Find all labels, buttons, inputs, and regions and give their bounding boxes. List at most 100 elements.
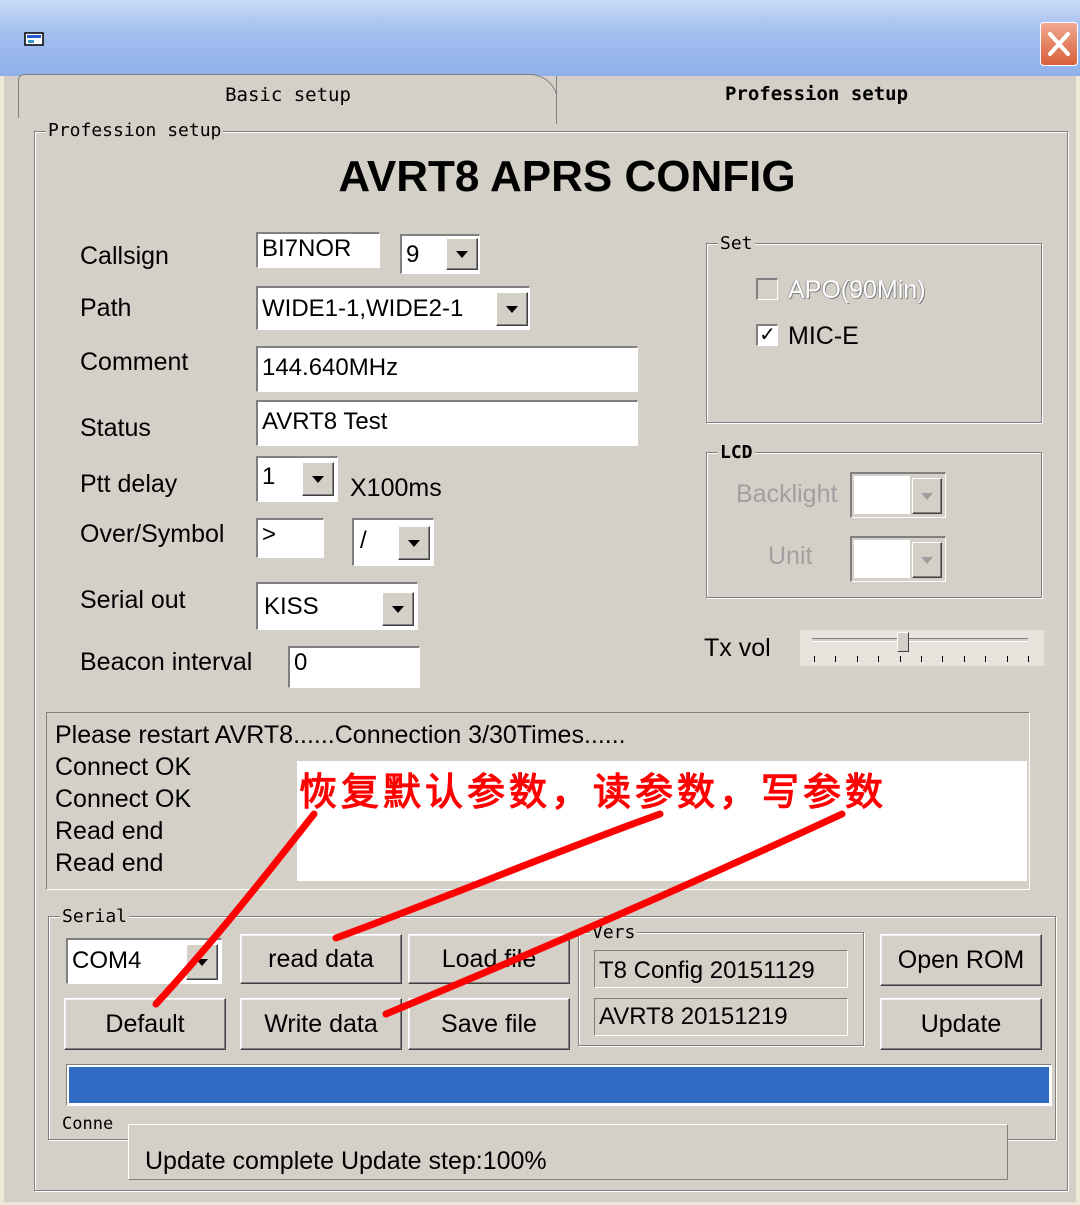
backlight-label: Backlight [736, 480, 838, 508]
slider-tick [856, 656, 858, 662]
backlight-select[interactable] [850, 472, 946, 518]
slider-tick [985, 656, 987, 662]
tx-vol-label: Tx vol [704, 634, 771, 662]
status-text: Update complete Update step:100% [145, 1147, 547, 1175]
lcd-legend: LCD [718, 442, 755, 463]
read-data-button[interactable]: read data [240, 934, 402, 984]
status-bar: Update complete Update step:100% [128, 1124, 1008, 1180]
firmware-version-field: AVRT8 20151219 [594, 998, 848, 1036]
slider-tick [835, 656, 837, 662]
slider-thumb[interactable] [896, 632, 909, 652]
mic-e-label: MIC-E [788, 322, 859, 350]
log-line: Read end [55, 849, 164, 877]
unit-dropdown-button[interactable] [912, 542, 942, 578]
slider-tick [1006, 656, 1008, 662]
slider-ticks [814, 656, 1030, 662]
overlay-input[interactable]: > [256, 518, 324, 558]
app-icon [24, 32, 44, 46]
ssid-value: 9 [406, 241, 420, 268]
path-select[interactable]: WIDE1-1,WIDE2-1 [256, 286, 530, 330]
open-rom-button[interactable]: Open ROM [880, 934, 1042, 986]
log-line: Read end [55, 817, 164, 845]
ptt-delay-unit: X100ms [350, 474, 442, 502]
connect-legend: Conne [62, 1114, 114, 1134]
comment-input[interactable]: 144.640MHz [256, 346, 638, 392]
ssid-dropdown-button[interactable] [446, 238, 478, 270]
update-button[interactable]: Update [880, 998, 1042, 1050]
slider-tick [878, 656, 880, 662]
callsign-input[interactable]: BI7NOR [256, 232, 380, 268]
tab-profession-setup[interactable]: Profession setup [556, 76, 1076, 124]
slider-track [812, 638, 1028, 642]
ptt-delay-select[interactable]: 1 [256, 456, 338, 502]
com-port-select[interactable]: COM4 [66, 938, 222, 984]
load-file-button[interactable]: Load file [408, 934, 570, 984]
over-symbol-label: Over/Symbol [80, 520, 225, 548]
apo-label: APO(90Min) [788, 276, 926, 304]
chevron-down-icon [196, 958, 208, 966]
backlight-select-box [854, 476, 910, 514]
annotation-text: 恢复默认参数，读参数，写参数 [299, 769, 888, 814]
path-value: WIDE1-1,WIDE2-1 [262, 295, 464, 322]
progress-bar [66, 1064, 1052, 1106]
progress-fill [69, 1067, 1049, 1103]
apo-checkbox[interactable] [756, 278, 778, 300]
slider-tick [942, 656, 944, 662]
tx-vol-slider[interactable] [800, 630, 1044, 666]
symbol-value: / [360, 527, 367, 554]
symbol-select[interactable]: / [352, 518, 434, 566]
slider-tick [921, 656, 922, 662]
path-label: Path [80, 294, 132, 322]
chevron-down-icon [921, 556, 933, 564]
write-data-button[interactable]: Write data [240, 998, 402, 1050]
profession-setup-legend: Profession setup [46, 120, 224, 141]
unit-select-box [854, 540, 910, 578]
serial-legend: Serial [60, 906, 130, 927]
page-title: AVRT8 APRS CONFIG [338, 152, 796, 201]
com-port-dropdown-button[interactable] [186, 944, 218, 980]
serial-out-select[interactable]: KISS [256, 582, 418, 630]
default-button[interactable]: Default [64, 998, 226, 1050]
ssid-select[interactable]: 9 [400, 234, 480, 274]
tab-basic-setup[interactable]: Basic setup [18, 74, 558, 118]
path-dropdown-button[interactable] [496, 292, 528, 326]
status-input[interactable]: AVRT8 Test [256, 400, 638, 446]
serial-out-dropdown-button[interactable] [382, 592, 414, 626]
chevron-down-icon [408, 539, 420, 547]
beacon-interval-input[interactable]: 0 [288, 646, 420, 688]
unit-label: Unit [768, 542, 813, 570]
chevron-down-icon [921, 492, 933, 500]
vers-legend: Vers [590, 922, 638, 943]
app-window: Basic setup Profession setup Profession … [0, 0, 1080, 1205]
log-panel: Please restart AVRT8......Connection 3/3… [46, 712, 1030, 890]
callsign-label: Callsign [80, 242, 169, 270]
chevron-down-icon [456, 250, 468, 258]
set-legend: Set [718, 233, 755, 254]
chevron-down-icon [506, 305, 518, 313]
comment-label: Comment [80, 348, 189, 376]
com-port-value: COM4 [72, 947, 142, 974]
ptt-delay-value: 1 [262, 463, 276, 490]
symbol-dropdown-button[interactable] [398, 526, 430, 560]
ptt-delay-label: Ptt delay [80, 470, 178, 498]
chevron-down-icon [392, 605, 404, 613]
mic-e-checkbox[interactable]: ✓ [756, 324, 778, 346]
slider-tick [1028, 656, 1029, 662]
config-version-field: T8 Config 20151129 [594, 950, 848, 988]
slider-tick [963, 656, 965, 662]
serial-out-label: Serial out [80, 586, 186, 614]
slider-tick [814, 656, 815, 662]
title-bar[interactable] [0, 0, 1080, 76]
status-label: Status [80, 414, 151, 442]
backlight-dropdown-button[interactable] [912, 478, 942, 514]
slider-tick [899, 656, 901, 662]
ptt-delay-dropdown-button[interactable] [302, 462, 334, 496]
close-button[interactable] [1040, 22, 1078, 66]
chevron-down-icon [312, 475, 324, 483]
unit-select[interactable] [850, 536, 946, 582]
save-file-button[interactable]: Save file [408, 998, 570, 1050]
close-icon [1048, 32, 1070, 56]
serial-out-value: KISS [264, 593, 319, 620]
beacon-interval-label: Beacon interval [80, 648, 253, 676]
log-line: Please restart AVRT8......Connection 3/3… [55, 721, 626, 749]
